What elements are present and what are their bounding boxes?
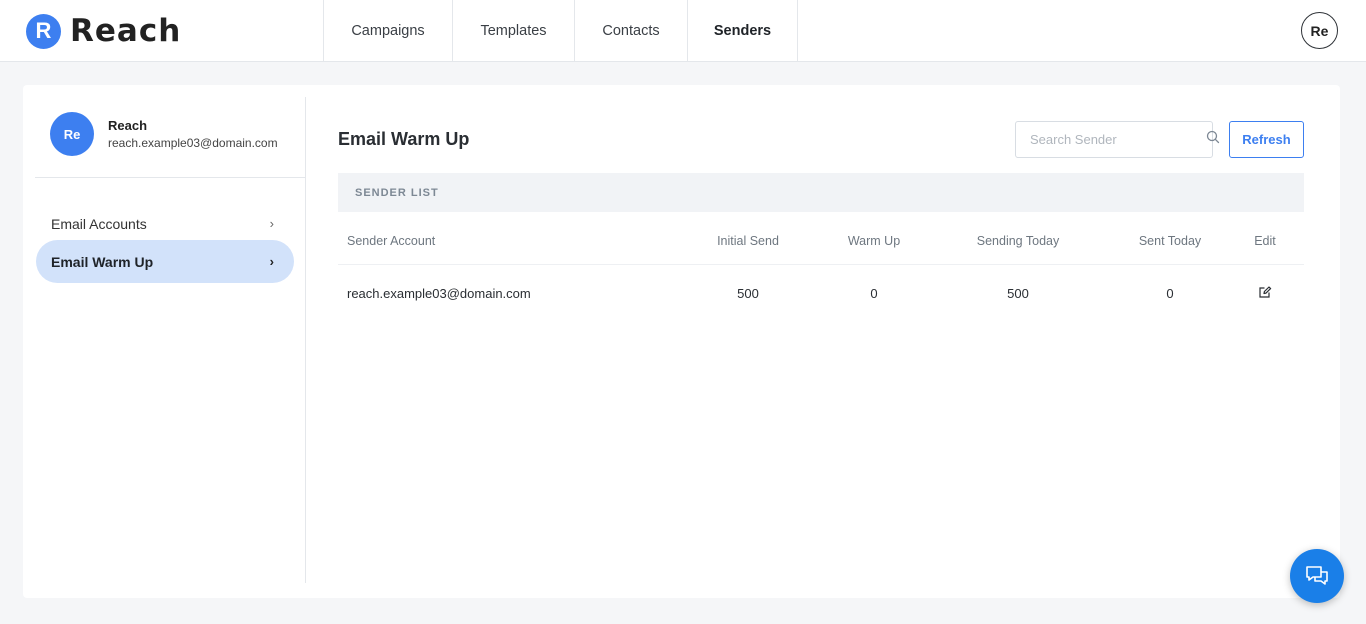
cell-warm-up: 0 <box>870 285 878 301</box>
cell-account: reach.example03@domain.com <box>347 285 531 301</box>
chat-icon <box>1306 566 1328 585</box>
cell-initial-send: 500 <box>737 285 759 301</box>
sidebar-item-label: Email Warm Up <box>51 253 154 270</box>
cell-sent-today: 0 <box>1166 285 1174 301</box>
logo-mark: R <box>26 13 61 49</box>
cell-sending-today: 500 <box>1007 285 1029 301</box>
table-header-row: Sender Account Initial Send Warm Up Send… <box>338 218 1304 265</box>
main-nav: Campaigns Templates Contacts Senders <box>323 0 798 62</box>
col-initial-send: Initial Send <box>717 234 779 248</box>
page-title: Email Warm Up <box>338 129 470 149</box>
chevron-right-icon: › <box>269 254 274 269</box>
chat-button[interactable] <box>1290 549 1344 603</box>
search-icon[interactable] <box>1206 130 1220 149</box>
top-navbar: R Reach Campaigns Templates Contacts Sen… <box>0 0 1366 62</box>
sidebar-item-email-accounts[interactable]: Email Accounts › <box>36 202 294 245</box>
nav-templates[interactable]: Templates <box>452 0 574 62</box>
search-input[interactable] <box>1030 132 1206 147</box>
col-edit: Edit <box>1254 234 1276 248</box>
sender-table: Sender Account Initial Send Warm Up Send… <box>338 218 1304 321</box>
sidebar-divider <box>35 177 305 178</box>
cell-edit <box>1226 284 1304 302</box>
sidebar-item-email-warm-up[interactable]: Email Warm Up › <box>36 240 294 283</box>
sender-list-header: SENDER LIST <box>338 173 1304 212</box>
logo-text: Reach <box>70 13 182 49</box>
refresh-button[interactable]: Refresh <box>1229 121 1304 158</box>
col-sent-today: Sent Today <box>1138 234 1202 248</box>
edit-icon[interactable] <box>1257 284 1273 300</box>
search-box <box>1015 121 1220 158</box>
col-sender-account: Sender Account <box>347 234 436 248</box>
profile-name: Reach <box>108 117 148 133</box>
profile-avatar: Re <box>50 112 94 156</box>
main-card: Re Reach reach.example03@domain.com Emai… <box>23 85 1340 598</box>
col-warm-up: Warm Up <box>847 234 901 248</box>
user-avatar-button[interactable]: Re <box>1301 12 1338 49</box>
nav-senders[interactable]: Senders <box>687 0 798 62</box>
sidebar-item-label: Email Accounts <box>51 215 147 232</box>
nav-contacts[interactable]: Contacts <box>574 0 687 62</box>
col-sending-today: Sending Today <box>976 234 1060 248</box>
table-row: reach.example03@domain.com 500 0 500 0 <box>338 265 1304 321</box>
nav-campaigns[interactable]: Campaigns <box>323 0 452 62</box>
profile-email: reach.example03@domain.com <box>108 135 278 150</box>
app-logo[interactable]: R Reach <box>26 13 182 49</box>
chevron-right-icon: › <box>269 216 274 231</box>
profile-info: Reach reach.example03@domain.com <box>108 117 278 152</box>
profile-block: Re Reach reach.example03@domain.com <box>50 112 278 156</box>
sidebar: Re Reach reach.example03@domain.com Emai… <box>23 97 306 583</box>
